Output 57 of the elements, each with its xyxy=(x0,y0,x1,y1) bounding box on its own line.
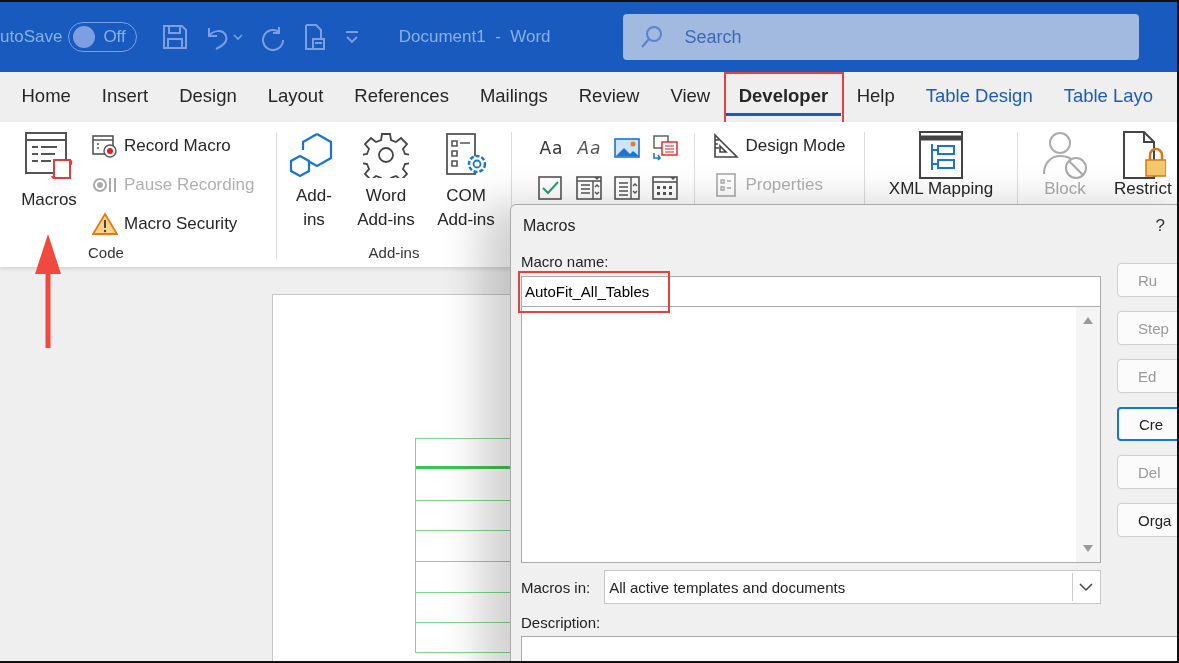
ribbon-button[interactable]: Record Macro xyxy=(90,128,257,164)
scrollbar[interactable] xyxy=(1076,307,1100,562)
window-title: Document1 - Word xyxy=(398,27,551,47)
ribbon-tab[interactable]: Layout xyxy=(252,78,339,116)
macros-in-dropdown[interactable]: All active templates and documents xyxy=(604,570,1101,604)
field-label: Description: xyxy=(521,614,602,631)
scroll-up-icon[interactable] xyxy=(1082,315,1094,325)
scroll-down-icon[interactable] xyxy=(1082,544,1094,554)
xml-mapping-button[interactable]: XML Mapping xyxy=(884,128,998,201)
ribbon-tab[interactable]: References xyxy=(338,78,465,116)
field-label: Macro name: xyxy=(521,253,610,270)
text-control-button[interactable]: Aa xyxy=(539,138,564,158)
gear-icon xyxy=(363,132,409,178)
ribbon-tab[interactable]: Design xyxy=(163,78,253,116)
group-label: Code xyxy=(88,244,124,263)
print-preview-icon[interactable] xyxy=(302,23,327,51)
blocks-icon[interactable] xyxy=(651,135,680,161)
search-field[interactable]: Search xyxy=(622,14,1139,60)
macros-icon xyxy=(24,130,74,182)
ribbon-tab[interactable]: Table Layo xyxy=(1048,78,1169,116)
chevron-down-icon xyxy=(1079,582,1093,592)
ribbon-tab[interactable]: Developer xyxy=(725,78,842,116)
ribbon-tab[interactable]: Home xyxy=(6,78,87,116)
autosave-label: utoSave xyxy=(0,27,63,47)
list-box-icon[interactable] xyxy=(613,175,642,201)
person-blocked-icon xyxy=(1042,130,1088,180)
macros-button[interactable]: Macros xyxy=(16,128,82,214)
combo-box-icon[interactable] xyxy=(575,175,604,201)
ribbon-tab[interactable]: Help xyxy=(841,78,911,116)
image-icon[interactable] xyxy=(613,136,642,160)
search-icon xyxy=(638,24,665,50)
field-label: Macros in: xyxy=(521,578,591,596)
text-control-button[interactable]: Aa xyxy=(577,138,602,158)
macro-name-field[interactable]: AutoFit_All_Tables xyxy=(521,276,1101,307)
ribbon-button[interactable]: Add-ins xyxy=(285,130,343,244)
ribbon-button[interactable]: Restrict xyxy=(1110,128,1176,201)
ribbon-tab[interactable]: Mailings xyxy=(464,78,564,116)
list-gear-icon xyxy=(443,132,489,178)
ribbon-button[interactable]: COM Add-ins xyxy=(429,130,503,244)
dialog-title: Macros xyxy=(523,217,576,235)
record-macro-icon xyxy=(92,134,118,158)
ribbon-tab[interactable]: View xyxy=(654,78,726,116)
ribbon-tab[interactable]: Table Design xyxy=(910,78,1049,116)
dialog-button[interactable]: Cre xyxy=(1117,407,1177,441)
ribbon-tab[interactable]: Insert xyxy=(86,78,164,116)
caret-icon[interactable] xyxy=(232,33,243,41)
ribbon-button[interactable]: Word Add-ins xyxy=(349,130,423,244)
dialog-button[interactable]: Orga xyxy=(1117,503,1177,537)
calendar-icon[interactable] xyxy=(651,175,680,201)
warning-icon xyxy=(92,212,118,236)
group-label: Add-ins xyxy=(368,244,420,263)
ribbon-button[interactable]: Macro Security xyxy=(90,206,257,242)
ribbon-button[interactable]: Design Mode xyxy=(711,128,848,164)
save-icon[interactable] xyxy=(160,23,189,51)
help-button[interactable]: ? xyxy=(1149,215,1171,237)
tree-window-icon xyxy=(918,130,964,180)
ribbon-tab[interactable]: Review xyxy=(563,78,655,116)
